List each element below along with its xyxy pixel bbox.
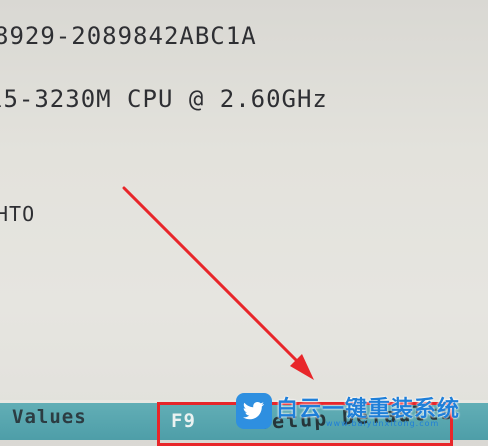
arrow-icon: [122, 186, 314, 380]
watermark-url: www.baiyunxitong.com: [326, 419, 440, 428]
twitter-bird-icon: [236, 393, 272, 429]
watermark: 白云一键重装系统 www.baiyunxitong.com: [236, 393, 486, 433]
bios-screen: 8929-2089842ABC1A i5-3230M CPU @ 2.60GHz…: [0, 0, 488, 446]
